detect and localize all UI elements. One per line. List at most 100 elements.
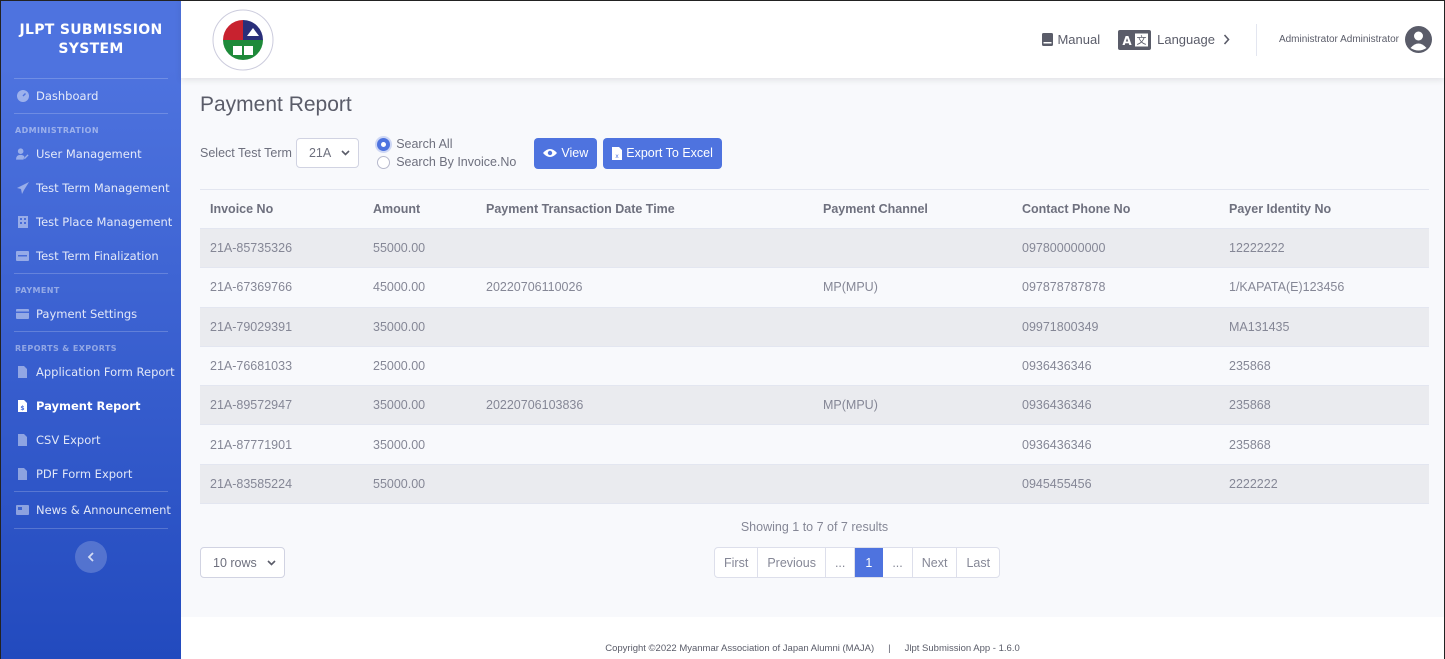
- payment-channel-cell: [813, 464, 1012, 505]
- paper-plane-icon: [16, 182, 29, 195]
- sidebar-item-test-term-management[interactable]: Test Term Management: [1, 171, 181, 205]
- radio-search-all[interactable]: Search All: [377, 137, 516, 151]
- footer: Copyright ©2022 Myanmar Association of J…: [181, 617, 1444, 659]
- brand-line-2: SYSTEM: [58, 40, 124, 57]
- chevron-left-icon: [87, 549, 95, 565]
- sidebar-item-application-form-report[interactable]: Application Form Report: [1, 355, 181, 389]
- invoice-no-cell: 21A-83585224: [200, 464, 363, 505]
- brand-line-1: JLPT SUBMISSION: [19, 21, 163, 38]
- transaction-datetime-cell: [476, 307, 813, 347]
- sidebar-heading-reports-exports: REPORTS & EXPORTS: [15, 344, 117, 353]
- main-content: Payment Report Select Test Term 21A Sear…: [181, 78, 1444, 617]
- credit-card-icon: [16, 308, 29, 321]
- view-button[interactable]: View: [534, 137, 598, 169]
- sidebar-item-label: User Management: [36, 147, 142, 161]
- export-label: Export To Excel: [626, 146, 713, 160]
- sidebar-item-payment-settings[interactable]: Payment Settings: [1, 297, 181, 331]
- payer-identity-cell: 235868: [1219, 424, 1429, 465]
- column-header-invoice-no[interactable]: Invoice No: [200, 189, 363, 229]
- maja-logo[interactable]: [211, 8, 275, 72]
- payment-channel-cell: [813, 307, 1012, 347]
- amount-cell: 25000.00: [363, 346, 476, 387]
- user-avatar-icon[interactable]: [1405, 26, 1432, 53]
- column-header-payer-identity[interactable]: Payer Identity No: [1219, 189, 1429, 229]
- topbar: Manual A文 Language Administrator Adminis…: [181, 1, 1444, 78]
- table-row[interactable]: 21A-85735326 55000.00 097800000000 12222222: [200, 228, 1429, 269]
- sidebar-item-csv-export[interactable]: CSV Export: [1, 423, 181, 457]
- radio-search-by-invoice[interactable]: Search By Invoice.No: [377, 155, 516, 169]
- language-link[interactable]: A文 Language: [1118, 29, 1230, 50]
- test-term-select[interactable]: 21A: [295, 138, 360, 168]
- table-row[interactable]: 21A-67369766 45000.00 20220706110026 MP(MPU…: [200, 267, 1429, 308]
- app-version-text: Jlpt Submission App - 1.6.0: [904, 643, 1020, 654]
- amount-cell: 55000.00: [363, 228, 476, 269]
- brand-title[interactable]: JLPT SUBMISSION SYSTEM: [1, 1, 181, 78]
- language-icon: A文: [1118, 29, 1152, 50]
- payer-identity-cell: 235868: [1219, 385, 1429, 426]
- page-ellipsis-left[interactable]: ...: [826, 548, 856, 578]
- chevron-down-icon: [341, 148, 350, 158]
- contact-phone-cell: 097878787878: [1012, 267, 1219, 308]
- rows-per-page-select[interactable]: 10 rows: [200, 547, 285, 579]
- page-previous-button[interactable]: Previous: [758, 548, 826, 578]
- table-row[interactable]: 21A-76681033 25000.00 0936436346 235868: [200, 346, 1429, 387]
- view-label: View: [561, 146, 589, 160]
- column-header-contact-phone[interactable]: Contact Phone No: [1012, 189, 1219, 229]
- sidebar-item-label: Test Place Management: [36, 215, 173, 229]
- page-next-button[interactable]: Next: [913, 548, 958, 578]
- sidebar-item-user-management[interactable]: User Management: [1, 137, 181, 171]
- contact-phone-cell: 0936436346: [1012, 346, 1219, 387]
- radio-label: Search By Invoice.No: [396, 155, 517, 169]
- invoice-no-cell: 21A-85735326: [200, 228, 363, 269]
- payment-channel-cell: [813, 228, 1012, 269]
- file-excel-icon: x: [612, 146, 623, 160]
- sidebar-heading-administration: ADMINISTRATION: [15, 126, 99, 135]
- transaction-datetime-cell: [476, 228, 813, 269]
- table-row[interactable]: 21A-89572947 35000.00 20220706103836 MP(MPU…: [200, 385, 1429, 426]
- payment-channel-cell: MP(MPU): [813, 267, 1012, 308]
- sidebar-item-payment-report[interactable]: $ Payment Report: [1, 389, 181, 423]
- page-first-button[interactable]: First: [715, 548, 759, 578]
- sidebar-item-label: PDF Form Export: [36, 467, 133, 481]
- export-to-excel-button[interactable]: x Export To Excel: [603, 137, 722, 169]
- page-last-button[interactable]: Last: [957, 548, 999, 577]
- file-icon: [16, 366, 29, 379]
- sidebar-item-test-term-finalization[interactable]: Test Term Finalization: [1, 239, 181, 273]
- chevron-down-icon: [267, 558, 276, 568]
- payer-identity-cell: 2222222: [1219, 464, 1429, 505]
- table-row[interactable]: 21A-83585224 55000.00 0945455456 2222222: [200, 464, 1429, 505]
- transaction-datetime-cell: [476, 464, 813, 505]
- test-term-label: Select Test Term: [200, 146, 292, 160]
- manual-label: Manual: [1057, 32, 1101, 47]
- column-header-amount[interactable]: Amount: [363, 189, 476, 229]
- contact-phone-cell: 097800000000: [1012, 228, 1219, 269]
- sidebar-item-news-announcement[interactable]: News & Announcement: [1, 492, 181, 528]
- radio-button-checked[interactable]: [377, 137, 391, 151]
- table-body: 21A-85735326 55000.00 097800000000 12222222…: [200, 228, 1429, 505]
- table-row[interactable]: 21A-87771901 35000.00 0936436346 235868: [200, 424, 1429, 465]
- svg-text:A: A: [1122, 34, 1132, 48]
- contact-phone-cell: 0945455456: [1012, 464, 1219, 505]
- manual-link[interactable]: Manual: [1042, 32, 1100, 47]
- sidebar-toggle-button[interactable]: [75, 541, 107, 573]
- page-ellipsis-right[interactable]: ...: [883, 548, 913, 578]
- user-name[interactable]: Administrator Administrator: [1279, 34, 1399, 45]
- rows-per-page-value: 10 rows: [213, 555, 257, 570]
- file-pdf-icon: [16, 468, 29, 481]
- transaction-datetime-cell: [476, 346, 813, 387]
- svg-text:文: 文: [1137, 34, 1147, 47]
- sidebar-item-dashboard[interactable]: Dashboard: [1, 79, 181, 113]
- radio-button[interactable]: [377, 155, 391, 169]
- sidebar-item-label: Application Form Report: [36, 365, 175, 379]
- column-header-payment-channel[interactable]: Payment Channel: [813, 189, 1012, 229]
- sidebar-item-pdf-form-export[interactable]: PDF Form Export: [1, 457, 181, 491]
- payer-identity-cell: MA131435: [1219, 307, 1429, 347]
- sidebar-heading-payment: PAYMENT: [15, 286, 60, 295]
- table-row[interactable]: 21A-79029391 35000.00 09971800349 MA131435: [200, 307, 1429, 347]
- sidebar-item-test-place-management[interactable]: Test Place Management: [1, 205, 181, 239]
- page-title: Payment Report: [200, 93, 352, 116]
- page-number-current[interactable]: 1: [855, 548, 884, 578]
- payment-channel-cell: MP(MPU): [813, 385, 1012, 426]
- contact-phone-cell: 0936436346: [1012, 424, 1219, 465]
- column-header-transaction-datetime[interactable]: Payment Transaction Date Time: [476, 189, 813, 229]
